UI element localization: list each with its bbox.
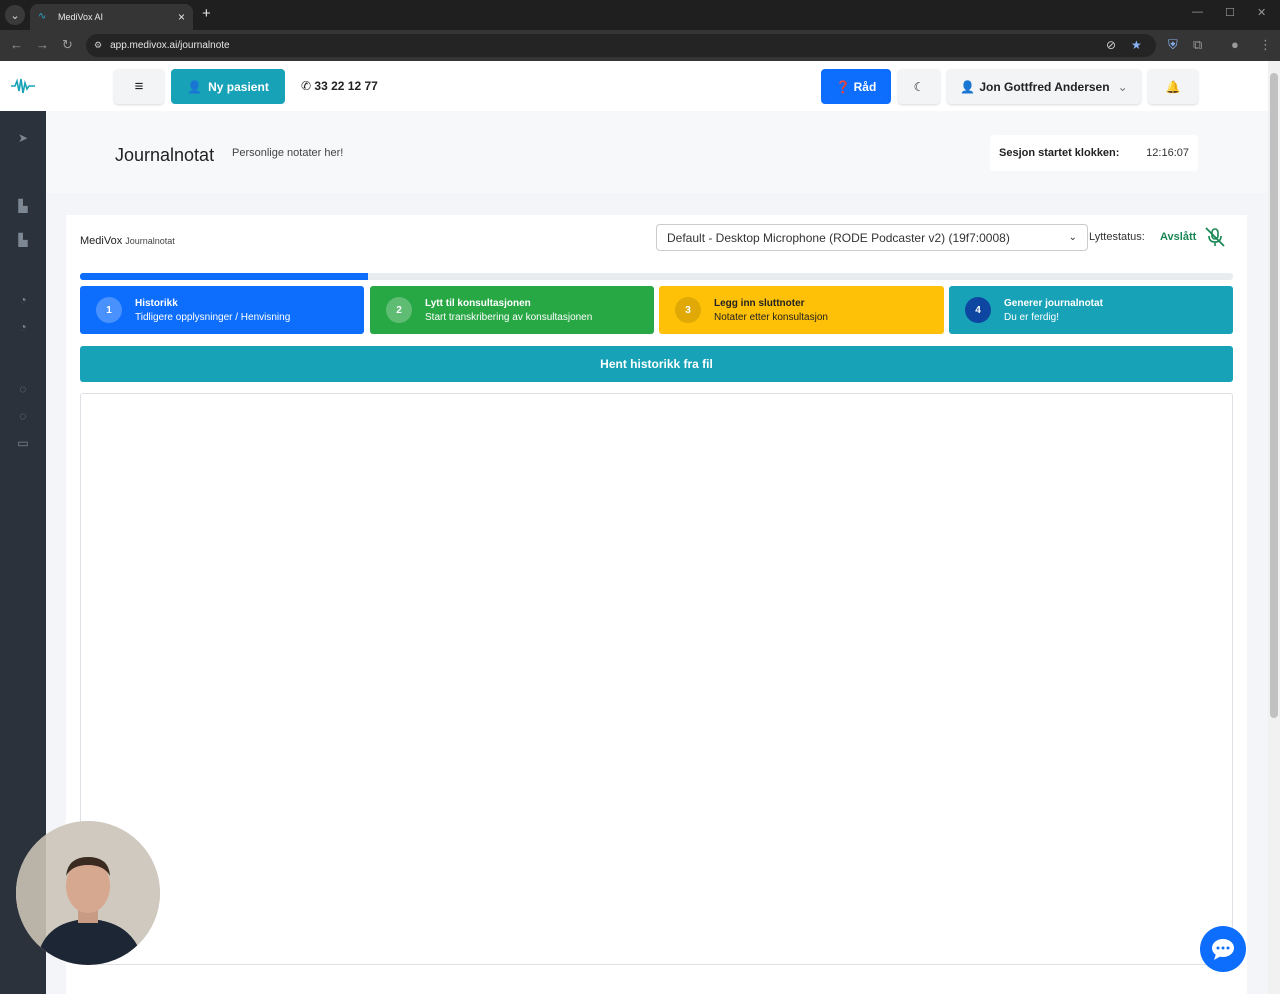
- moon-icon: ☾: [913, 79, 925, 94]
- bell-icon: 🔔: [1165, 79, 1181, 94]
- main-content: Journalnotat Personlige notater her! Ses…: [46, 111, 1268, 994]
- notifications-button[interactable]: 🔔: [1148, 69, 1198, 104]
- page-header: Journalnotat Personlige notater her! Ses…: [46, 111, 1268, 193]
- listen-status-value: Avslått: [1160, 231, 1197, 243]
- step-subtitle: Du er ferdig!: [1004, 311, 1060, 323]
- advice-button[interactable]: ❓ Råd: [821, 69, 891, 104]
- forward-icon[interactable]: →: [36, 37, 49, 52]
- browser-toolbar: ← → ↻ ⚙ app.medivox.ai/journalnote ⊘ ★ ⛨…: [0, 30, 1280, 61]
- step-number: 2: [386, 297, 412, 323]
- close-icon[interactable]: ×: [178, 10, 185, 24]
- dark-mode-toggle[interactable]: ☾: [898, 69, 940, 104]
- chevron-down-icon: ⌄: [1068, 232, 1077, 243]
- url-text: app.medivox.ai/journalnote: [110, 40, 230, 51]
- user-icon: 👤: [960, 79, 976, 94]
- step-number: 1: [96, 297, 122, 323]
- hamburger-icon: ≡: [134, 78, 144, 95]
- browser-tabbar: ⌄ ∿ MediVox AI × + — ☐ ✕: [0, 0, 1280, 30]
- minimize-icon[interactable]: —: [1192, 6, 1203, 18]
- menu-toggle-button[interactable]: ≡: [114, 69, 164, 104]
- step-generate[interactable]: 4 Generer journalnotat Du er ferdig!: [949, 286, 1233, 334]
- journal-editor[interactable]: [80, 393, 1233, 965]
- webcam-overlay: [16, 821, 160, 965]
- microphone-select[interactable]: Default - Desktop Microphone (RODE Podca…: [656, 224, 1088, 251]
- step-listen[interactable]: 2 Lytt til konsultasjonen Start transkri…: [370, 286, 654, 334]
- step-number: 4: [965, 297, 991, 323]
- chat-widget-button[interactable]: [1200, 926, 1246, 972]
- step-final-notes[interactable]: 3 Legg inn sluttnoter Notater etter kons…: [659, 286, 944, 334]
- step-title: Legg inn sluttnoter: [714, 297, 805, 309]
- maximize-icon[interactable]: ☐: [1225, 6, 1235, 19]
- webcam-person-image: [16, 821, 160, 965]
- site-info-icon[interactable]: ⚙: [94, 40, 102, 51]
- sidebar-users-icon[interactable]: ▙: [14, 199, 32, 213]
- tab-search-icon[interactable]: ⌄: [5, 5, 25, 25]
- step-number: 3: [675, 297, 701, 323]
- window-close-icon[interactable]: ✕: [1257, 6, 1266, 19]
- sidebar-patient-icon[interactable]: ◔: [14, 293, 32, 307]
- new-tab-icon[interactable]: +: [202, 5, 211, 22]
- browser-tab[interactable]: ∿ MediVox AI ×: [30, 4, 193, 30]
- session-time: 12:16:07: [1146, 147, 1189, 159]
- page-subtitle: Personlige notater her!: [232, 147, 344, 159]
- new-patient-label: Ny pasient: [208, 79, 269, 94]
- step-title: Lytt til konsultasjonen: [425, 297, 531, 309]
- journal-card: MediVox Journalnotat Default - Desktop M…: [66, 215, 1247, 994]
- step-title: Generer journalnotat: [1004, 297, 1103, 309]
- reload-icon[interactable]: ↻: [62, 37, 73, 53]
- page-scrollbar[interactable]: [1268, 61, 1280, 994]
- page-title: Journalnotat: [115, 145, 215, 165]
- shield-extension-icon[interactable]: ⛨: [1168, 37, 1178, 53]
- microphone-off-icon[interactable]: [1204, 227, 1226, 247]
- load-history-button[interactable]: Hent historikk fra fil: [80, 346, 1233, 382]
- waveform-logo-icon: [11, 78, 35, 94]
- step-subtitle: Notater etter konsultasjon: [714, 311, 828, 323]
- user-name: Jon Gottfred Andersen: [979, 79, 1110, 94]
- user-plus-icon: 👤: [187, 79, 203, 94]
- logo[interactable]: [0, 61, 46, 111]
- back-icon[interactable]: ←: [10, 37, 23, 52]
- session-info: Sesjon startet klokken: 12:16:07: [990, 135, 1198, 171]
- advice-label: Råd: [853, 79, 877, 94]
- profile-avatar-icon[interactable]: ●: [1231, 37, 1239, 52]
- progress-fill: [80, 273, 369, 280]
- phone-number: ✆ 33 22 12 77: [301, 79, 378, 93]
- sidebar-chat-icon[interactable]: ◌: [14, 382, 32, 396]
- sidebar-patient-2-icon[interactable]: ◔: [14, 320, 32, 334]
- microphone-value: Default - Desktop Microphone (RODE Podca…: [667, 230, 1010, 245]
- eye-off-icon[interactable]: ⊘: [1106, 38, 1116, 52]
- address-bar[interactable]: ⚙ app.medivox.ai/journalnote ⊘ ★: [86, 34, 1156, 57]
- step-historikk[interactable]: 1 Historikk Tidligere opplysninger / Hen…: [80, 286, 364, 334]
- medivox-favicon-icon: ∿: [38, 11, 47, 22]
- bookmark-star-icon[interactable]: ★: [1131, 38, 1142, 52]
- top-navbar: ≡ 👤 Ny pasient ✆ 33 22 12 77 ❓ Råd ☾ 👤 J…: [46, 61, 1268, 111]
- sidebar-card-icon[interactable]: ▭: [14, 436, 32, 450]
- step-title: Historikk: [135, 297, 178, 309]
- scroll-thumb[interactable]: [1270, 73, 1278, 718]
- chat-icon: [1212, 939, 1234, 960]
- sidebar-navigate-icon[interactable]: ➤: [14, 131, 32, 145]
- step-subtitle: Tidligere opplysninger / Henvisning: [135, 311, 291, 323]
- sidebar-users-2-icon[interactable]: ▙: [14, 233, 32, 247]
- new-patient-button[interactable]: 👤 Ny pasient: [171, 69, 285, 104]
- phone-icon: ✆: [301, 79, 312, 93]
- card-brand: MediVox Journalnotat: [80, 235, 175, 247]
- progress-bar: [80, 273, 1233, 280]
- step-subtitle: Start transkribering av konsultasjonen: [425, 311, 593, 323]
- help-icon: ❓: [835, 79, 851, 94]
- user-menu[interactable]: 👤 Jon Gottfred Andersen ⌄: [947, 69, 1141, 104]
- session-label: Sesjon startet klokken:: [999, 147, 1120, 159]
- chevron-down-icon: ⌄: [1117, 79, 1128, 94]
- extensions-icon[interactable]: ⧉: [1193, 37, 1202, 53]
- browser-menu-icon[interactable]: ⋮: [1259, 37, 1272, 53]
- tab-title: MediVox AI: [58, 12, 104, 22]
- app: ➤ ▙ ▙ ◔ ◔ ◌ ◌ ▭ ≡ 👤 Ny pasient ✆ 33 22 1…: [0, 61, 1268, 994]
- sidebar-chat-2-icon[interactable]: ◌: [14, 409, 32, 423]
- listen-status-label: Lyttestatus:: [1089, 231, 1145, 243]
